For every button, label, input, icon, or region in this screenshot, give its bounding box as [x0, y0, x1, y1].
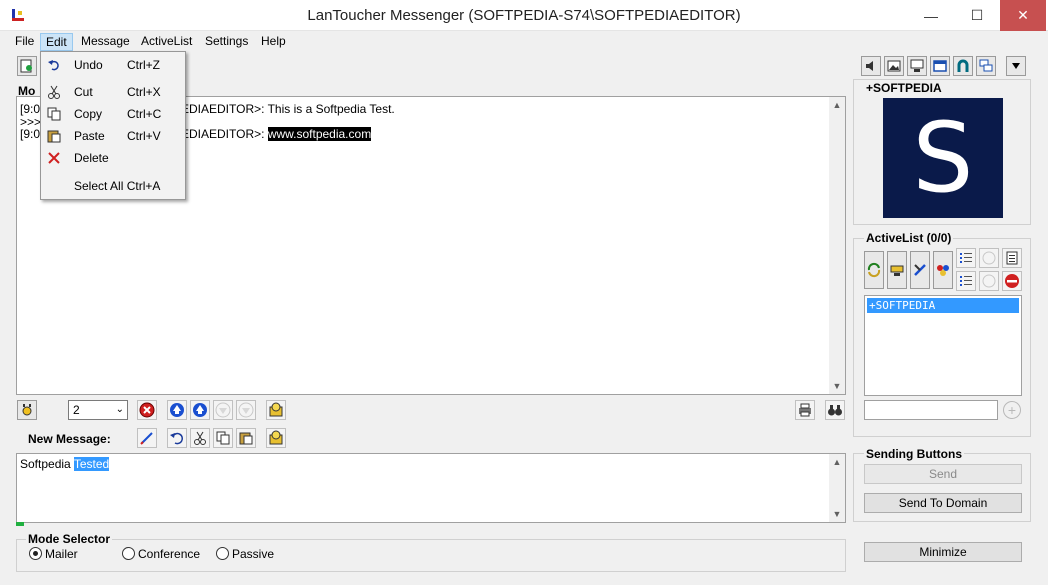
new-message-label: New Message: — [28, 432, 111, 446]
mode-passive-radio[interactable] — [216, 547, 229, 560]
scroll-bottom-icon — [236, 400, 256, 420]
minimize-button[interactable]: Minimize — [864, 542, 1022, 562]
insert-emoticon-icon[interactable] — [266, 428, 286, 448]
close-window-button[interactable]: ✕ — [1000, 0, 1046, 31]
history-scrollbar[interactable]: ▲ ▼ — [829, 97, 845, 394]
tools-icon[interactable] — [910, 251, 930, 289]
active-contact-list[interactable]: +SOFTPEDIA — [864, 295, 1022, 396]
menu-item-delete[interactable]: Delete — [41, 147, 185, 169]
image-icon[interactable] — [884, 56, 904, 76]
title-bar: LanToucher Messenger (SOFTPEDIA-S74\SOFT… — [0, 0, 1048, 31]
network-icon[interactable] — [887, 251, 907, 289]
avatar-letter: S — [912, 102, 974, 214]
window-icon[interactable] — [930, 56, 950, 76]
contact-name: +SOFTPEDIA — [866, 81, 942, 95]
add-contact-icon: + — [1003, 401, 1021, 419]
disabled-circle-icon — [979, 271, 999, 291]
message-line: [9:0 — [20, 127, 41, 141]
print-icon[interactable] — [795, 400, 815, 420]
find-binoculars-icon[interactable] — [825, 400, 845, 420]
new-message-text: Softpedia Tested — [20, 457, 110, 471]
menu-help[interactable]: Help — [256, 33, 291, 51]
pen-icon[interactable] — [137, 428, 157, 448]
copy-icon — [46, 106, 62, 122]
mode-conference-radio[interactable] — [122, 547, 135, 560]
highlighted-link[interactable]: www.softpedia.com — [267, 127, 372, 141]
magnet-icon[interactable] — [953, 56, 973, 76]
send-button[interactable]: Send — [864, 464, 1022, 484]
alarm-icon[interactable] — [17, 400, 37, 420]
chevron-down-icon: ⌄ — [115, 404, 124, 415]
delete-x-icon — [46, 150, 62, 166]
list-view-icon[interactable] — [956, 248, 976, 268]
details-view-icon[interactable] — [956, 271, 976, 291]
sending-buttons-title: Sending Buttons — [864, 447, 964, 461]
contact-avatar[interactable]: S — [883, 98, 1003, 218]
cascade-windows-icon[interactable] — [976, 56, 996, 76]
group-icon[interactable] — [933, 251, 953, 289]
mode-conference-label: Conference — [138, 547, 201, 561]
menu-item-undo[interactable]: Undo Ctrl+Z — [41, 54, 185, 76]
menu-item-paste[interactable]: Paste Ctrl+V — [41, 125, 185, 147]
message-count-select[interactable]: 2 ⌄ — [68, 400, 128, 420]
stop-icon[interactable] — [137, 400, 157, 420]
emoticon-icon[interactable] — [266, 400, 286, 420]
message-line: [9:0 — [20, 102, 41, 116]
menu-bar: File Edit Message ActiveList Settings He… — [0, 31, 1048, 51]
send-to-domain-button[interactable]: Send To Domain — [864, 493, 1022, 513]
scroll-down-icon — [213, 400, 233, 420]
edit-dropdown-menu: Undo Ctrl+Z Cut Ctrl+X Copy Ctrl+C Paste… — [40, 51, 186, 200]
minimize-window-button[interactable]: — — [908, 0, 954, 31]
new-contact-icon[interactable] — [17, 56, 37, 76]
window-title: LanToucher Messenger (SOFTPEDIA-S74\SOFT… — [307, 7, 741, 24]
editor-scrollbar[interactable]: ▲ ▼ — [829, 454, 845, 522]
menu-message[interactable]: Message — [76, 33, 135, 51]
monitor-icon[interactable] — [907, 56, 927, 76]
message-text: PEDIAEDITOR>: This is a Softpedia Test. — [173, 102, 395, 116]
refresh-icon[interactable] — [864, 251, 884, 289]
message-count-value: 2 — [73, 403, 80, 417]
menu-activelist[interactable]: ActiveList — [136, 33, 197, 51]
list-item[interactable]: +SOFTPEDIA — [867, 298, 1019, 313]
mode-mailer-label: Mailer — [45, 547, 78, 561]
scroll-up-icon[interactable] — [190, 400, 210, 420]
menu-item-copy[interactable]: Copy Ctrl+C — [41, 103, 185, 125]
selected-text: Tested — [73, 457, 110, 471]
remove-contact-icon[interactable] — [1002, 271, 1022, 291]
mode-passive-label: Passive — [232, 547, 275, 561]
undo-icon[interactable] — [167, 428, 187, 448]
menu-item-select-all[interactable]: Select All Ctrl+A — [41, 175, 185, 197]
cut-icon — [46, 84, 62, 100]
menu-settings[interactable]: Settings — [200, 33, 253, 51]
scroll-top-icon[interactable] — [167, 400, 187, 420]
activity-indicator — [16, 522, 24, 526]
paste-icon — [46, 128, 62, 144]
activelist-title: ActiveList (0/0) — [864, 231, 954, 245]
mode-selector-title: Mode Selector — [26, 532, 113, 546]
copy-icon[interactable] — [213, 428, 233, 448]
speaker-icon[interactable] — [861, 56, 881, 76]
mode-mailer-radio[interactable] — [29, 547, 42, 560]
message-text: PEDIAEDITOR>: www.softpedia.com — [173, 127, 372, 141]
menu-file[interactable]: File — [10, 33, 39, 51]
maximize-window-button[interactable]: ☐ — [954, 0, 1000, 31]
menu-edit[interactable]: Edit — [40, 33, 73, 51]
undo-icon — [46, 57, 62, 73]
dropdown-arrow-icon[interactable] — [1006, 56, 1026, 76]
new-message-editor[interactable]: Softpedia Tested ▲ ▼ — [16, 453, 846, 523]
menu-item-cut[interactable]: Cut Ctrl+X — [41, 81, 185, 103]
notepad-icon[interactable] — [1002, 248, 1022, 268]
cut-icon[interactable] — [190, 428, 210, 448]
disabled-circle-icon — [979, 248, 999, 268]
paste-icon[interactable] — [236, 428, 256, 448]
contact-search-input[interactable] — [864, 400, 998, 420]
